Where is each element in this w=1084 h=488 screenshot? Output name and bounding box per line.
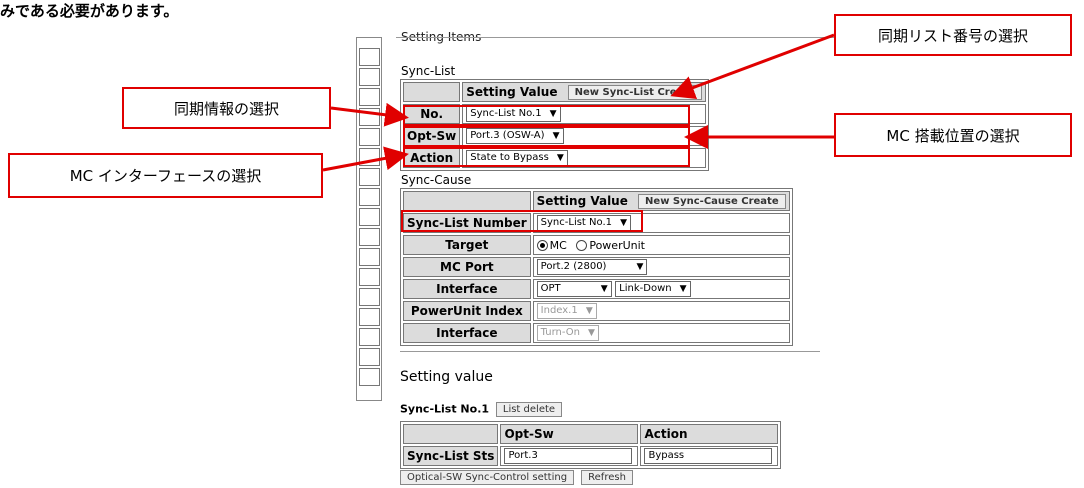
arrow-mc-interface: [322, 146, 409, 172]
arrow-list-number: [670, 33, 835, 99]
arrows-overlay: [322, 33, 835, 172]
arrow-sync-info: [330, 102, 409, 127]
